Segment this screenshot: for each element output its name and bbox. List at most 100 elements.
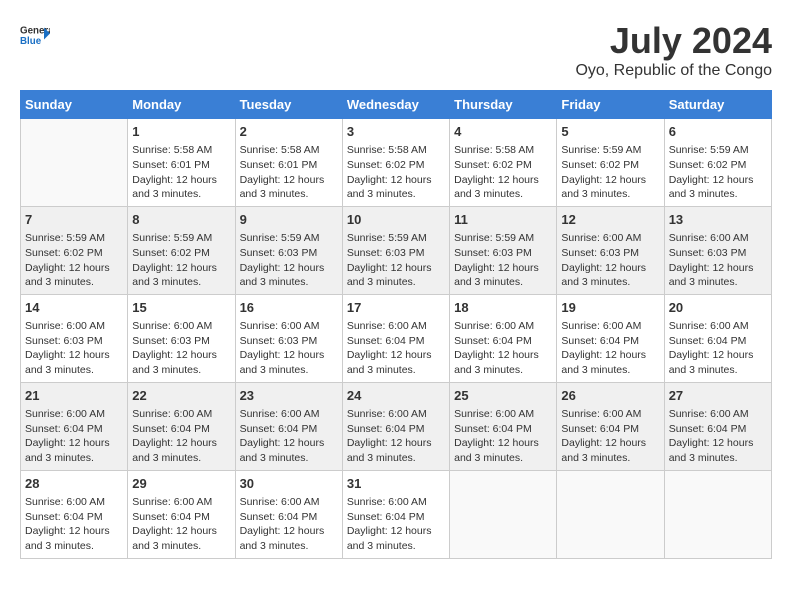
sunset-text: Sunset: 6:01 PM [240, 158, 338, 173]
calendar-cell: 31 Sunrise: 6:00 AMSunset: 6:04 PMDayligh… [342, 470, 449, 558]
sunrise-text: Sunrise: 5:58 AM [454, 143, 552, 158]
day-number: 13 [669, 211, 767, 229]
day-number: 19 [561, 299, 659, 317]
calendar-cell: 23Sunrise: 6:00 AMSunset: 6:04 PMDayligh… [235, 382, 342, 470]
sunset-text: Sunset: 6:04 PM [25, 422, 123, 437]
day-number: 15 [132, 299, 230, 317]
sunrise-text: Sunrise: 6:00 AM [669, 407, 767, 422]
sunset-text: Sunset: 6:01 PM [132, 158, 230, 173]
sunset-text: Sunset: 6:03 PM [25, 334, 123, 349]
sunrise-text: Sunrise: 5:59 AM [25, 231, 123, 246]
daylight-text: Daylight: 12 hours and 3 minutes. [25, 348, 123, 377]
daylight-text: Daylight: 12 hours and 3 minutes. [132, 261, 230, 290]
daylight-text: Daylight: 12 hours and 3 minutes. [454, 261, 552, 290]
daylight-text: Daylight: 12 hours and 3 minutes. [561, 436, 659, 465]
week-row-1: 1Sunrise: 5:58 AMSunset: 6:01 PMDaylight… [21, 119, 772, 207]
sunset-text: Sunset: 6:03 PM [132, 334, 230, 349]
calendar-body: 1Sunrise: 5:58 AMSunset: 6:01 PMDaylight… [21, 119, 772, 559]
sunset-text: Sunset: 6:04 PM [669, 334, 767, 349]
sunset-text: Sunset: 6:02 PM [132, 246, 230, 261]
sunset-text: Sunset: 6:04 PM [454, 334, 552, 349]
sunrise-text: Sunrise: 5:59 AM [454, 231, 552, 246]
daylight-text: Daylight: 12 hours and 3 minutes. [25, 436, 123, 465]
sunrise-text: Sunrise: 5:59 AM [561, 143, 659, 158]
sunrise-text: Sunrise: 5:59 AM [240, 231, 338, 246]
day-number: 29 [132, 475, 230, 493]
sunrise-text: Sunrise: 6:00 AM [347, 495, 445, 510]
week-row-5: 28Sunrise: 6:00 AMSunset: 6:04 PMDayligh… [21, 470, 772, 558]
location-subtitle: Oyo, Republic of the Congo [575, 62, 772, 80]
sunset-text: Sunset: 6:04 PM [347, 510, 445, 525]
daylight-text: Daylight: 12 hours and 3 minutes. [240, 261, 338, 290]
calendar-cell: 27Sunrise: 6:00 AMSunset: 6:04 PMDayligh… [664, 382, 771, 470]
daylight-text: Daylight: 12 hours and 3 minutes. [561, 261, 659, 290]
day-number: 7 [25, 211, 123, 229]
header-day-wednesday: Wednesday [342, 91, 449, 119]
sunrise-text: Sunrise: 6:00 AM [240, 495, 338, 510]
daylight-text: Daylight: 12 hours and 3 minutes. [561, 173, 659, 202]
calendar-cell: 5Sunrise: 5:59 AMSunset: 6:02 PMDaylight… [557, 119, 664, 207]
day-number: 31 [347, 475, 445, 493]
daylight-text: Daylight: 12 hours and 3 minutes. [454, 436, 552, 465]
sunrise-text: Sunrise: 5:58 AM [132, 143, 230, 158]
sunrise-text: Sunrise: 6:00 AM [561, 407, 659, 422]
daylight-text: Daylight: 12 hours and 3 minutes. [347, 524, 445, 553]
daylight-text: Daylight: 12 hours and 3 minutes. [347, 348, 445, 377]
sunrise-text: Sunrise: 6:00 AM [240, 407, 338, 422]
sunset-text: Sunset: 6:04 PM [347, 334, 445, 349]
day-number: 11 [454, 211, 552, 229]
sunset-text: Sunset: 6:04 PM [132, 510, 230, 525]
sunset-text: Sunset: 6:04 PM [669, 422, 767, 437]
logo-icon: General Blue [20, 20, 50, 50]
daylight-text: Daylight: 12 hours and 3 minutes. [347, 173, 445, 202]
sunset-text: Sunset: 6:04 PM [240, 510, 338, 525]
calendar-cell [21, 119, 128, 207]
day-number: 18 [454, 299, 552, 317]
week-row-2: 7Sunrise: 5:59 AMSunset: 6:02 PMDaylight… [21, 206, 772, 294]
sunset-text: Sunset: 6:04 PM [25, 510, 123, 525]
calendar-cell: 16Sunrise: 6:00 AMSunset: 6:03 PMDayligh… [235, 294, 342, 382]
header-row: SundayMondayTuesdayWednesdayThursdayFrid… [21, 91, 772, 119]
calendar-cell: 17Sunrise: 6:00 AMSunset: 6:04 PMDayligh… [342, 294, 449, 382]
calendar-cell: 4Sunrise: 5:58 AMSunset: 6:02 PMDaylight… [450, 119, 557, 207]
sunrise-text: Sunrise: 6:00 AM [132, 495, 230, 510]
header-day-friday: Friday [557, 91, 664, 119]
sunrise-text: Sunrise: 5:59 AM [132, 231, 230, 246]
sunrise-text: Sunrise: 5:58 AM [347, 143, 445, 158]
sunrise-text: Sunrise: 6:00 AM [454, 407, 552, 422]
day-number: 20 [669, 299, 767, 317]
calendar-cell [450, 470, 557, 558]
calendar-cell [664, 470, 771, 558]
calendar-cell [557, 470, 664, 558]
calendar-cell: 6Sunrise: 5:59 AMSunset: 6:02 PMDaylight… [664, 119, 771, 207]
sunset-text: Sunset: 6:02 PM [454, 158, 552, 173]
header-day-sunday: Sunday [21, 91, 128, 119]
sunrise-text: Sunrise: 6:00 AM [454, 319, 552, 334]
day-number: 17 [347, 299, 445, 317]
daylight-text: Daylight: 12 hours and 3 minutes. [454, 348, 552, 377]
sunset-text: Sunset: 6:02 PM [347, 158, 445, 173]
calendar-cell: 1Sunrise: 5:58 AMSunset: 6:01 PMDaylight… [128, 119, 235, 207]
day-number: 8 [132, 211, 230, 229]
sunset-text: Sunset: 6:03 PM [240, 246, 338, 261]
calendar-cell: 10Sunrise: 5:59 AMSunset: 6:03 PMDayligh… [342, 206, 449, 294]
week-row-4: 21Sunrise: 6:00 AMSunset: 6:04 PMDayligh… [21, 382, 772, 470]
sunrise-text: Sunrise: 6:00 AM [561, 231, 659, 246]
calendar-cell: 25Sunrise: 6:00 AMSunset: 6:04 PMDayligh… [450, 382, 557, 470]
calendar-cell: 14Sunrise: 6:00 AMSunset: 6:03 PMDayligh… [21, 294, 128, 382]
daylight-text: Daylight: 12 hours and 3 minutes. [669, 348, 767, 377]
daylight-text: Daylight: 12 hours and 3 minutes. [347, 436, 445, 465]
sunset-text: Sunset: 6:02 PM [25, 246, 123, 261]
calendar-cell: 21Sunrise: 6:00 AMSunset: 6:04 PMDayligh… [21, 382, 128, 470]
daylight-text: Daylight: 12 hours and 3 minutes. [132, 524, 230, 553]
header-day-thursday: Thursday [450, 91, 557, 119]
day-number: 22 [132, 387, 230, 405]
sunset-text: Sunset: 6:03 PM [454, 246, 552, 261]
day-number: 2 [240, 123, 338, 141]
svg-text:Blue: Blue [20, 36, 42, 47]
sunrise-text: Sunrise: 6:00 AM [132, 319, 230, 334]
calendar-cell: 2Sunrise: 5:58 AMSunset: 6:01 PMDaylight… [235, 119, 342, 207]
calendar-cell: 28Sunrise: 6:00 AMSunset: 6:04 PMDayligh… [21, 470, 128, 558]
sunset-text: Sunset: 6:04 PM [561, 422, 659, 437]
sunrise-text: Sunrise: 6:00 AM [25, 319, 123, 334]
